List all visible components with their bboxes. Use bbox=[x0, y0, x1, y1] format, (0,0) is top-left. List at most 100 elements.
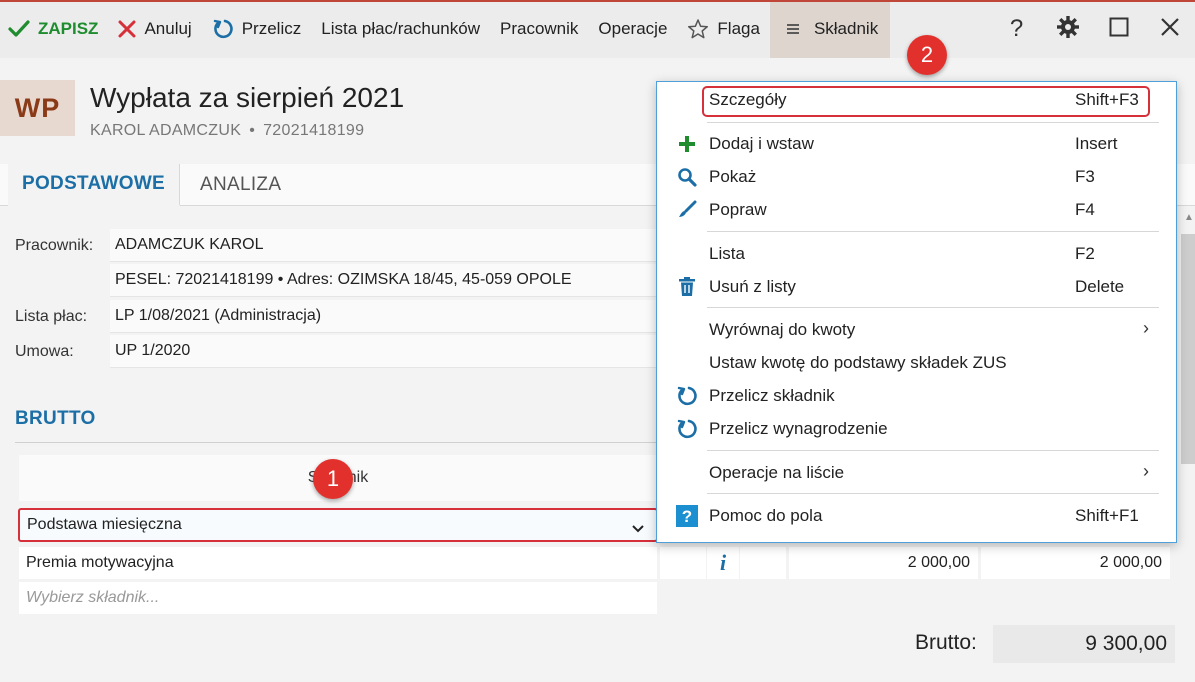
menu-item-label: Szczegóły bbox=[709, 90, 787, 109]
menu-item-label: Przelicz wynagrodzenie bbox=[709, 419, 888, 438]
menu-item-list[interactable]: Lista F2 bbox=[657, 238, 1176, 271]
page-subtitle: KAROL ADAMCZUK • 72021418199 bbox=[90, 122, 364, 140]
maximize-icon bbox=[1109, 17, 1129, 42]
chevron-down-icon[interactable] bbox=[632, 520, 644, 538]
callout-badge-2: 2 bbox=[907, 35, 947, 75]
employee-pesel: 72021418199 bbox=[263, 122, 365, 139]
table-row[interactable]: Premia motywacyjna bbox=[19, 547, 657, 579]
subtitle-separator: • bbox=[249, 122, 256, 139]
menu-item-label: Pokaż bbox=[709, 167, 757, 186]
employee-field-label: Pracownik: bbox=[15, 237, 94, 254]
svg-text:?: ? bbox=[682, 507, 692, 526]
menu-item-shortcut: Insert bbox=[1075, 134, 1118, 153]
chevron-right-icon: › bbox=[1143, 318, 1149, 338]
cancel-label: Anuluj bbox=[144, 19, 192, 38]
menu-item-label: Popraw bbox=[709, 200, 767, 219]
menu-item-details[interactable]: Szczegóły Shift+F3 bbox=[657, 84, 1176, 117]
plus-icon bbox=[675, 132, 699, 156]
help-button[interactable]: ? bbox=[991, 0, 1042, 58]
component-label: Składnik bbox=[813, 19, 879, 38]
gross-section-title: BRUTTO bbox=[15, 408, 96, 429]
gross-total-value: 9 300,00 bbox=[993, 625, 1175, 663]
question-mark-icon: ? bbox=[1009, 15, 1024, 42]
star-icon bbox=[687, 18, 709, 40]
scrollbar-thumb[interactable] bbox=[1181, 234, 1195, 464]
toolbar: ZAPISZ Anuluj Przelicz Lista płac/rachun… bbox=[0, 0, 1195, 58]
employee-name: KAROL ADAMCZUK bbox=[90, 122, 242, 139]
menu-separator bbox=[707, 493, 1159, 494]
menu-item-label: Lista bbox=[709, 244, 745, 263]
menu-item-shortcut: Delete bbox=[1075, 277, 1125, 296]
recalculate-button[interactable]: Przelicz bbox=[202, 0, 312, 58]
recalculate-label: Przelicz bbox=[241, 19, 302, 38]
menu-item-label: Ustaw kwotę do podstawy składek ZUS bbox=[709, 353, 1007, 372]
refresh-icon bbox=[212, 18, 234, 40]
employee-field[interactable]: ADAMCZUK KAROL bbox=[110, 229, 670, 262]
trash-icon bbox=[675, 275, 699, 299]
add-component-input[interactable]: Wybierz składnik... bbox=[19, 582, 657, 614]
document-type-badge: WP bbox=[0, 80, 75, 136]
menu-item-shortcut: Shift+F1 bbox=[1075, 506, 1139, 525]
menu-item-show[interactable]: Pokaż F3 bbox=[657, 161, 1176, 194]
operations-button[interactable]: Operacje bbox=[588, 0, 677, 58]
close-window-button[interactable] bbox=[1144, 0, 1195, 58]
menu-item-align-to-amount[interactable]: Wyrównaj do kwoty › bbox=[657, 314, 1176, 347]
menu-item-shortcut: F2 bbox=[1075, 244, 1095, 263]
table-row-selected[interactable]: Podstawa miesięczna bbox=[18, 508, 658, 542]
menu-item-label: Usuń z listy bbox=[709, 277, 796, 296]
tab-basic[interactable]: PODSTAWOWE bbox=[8, 164, 181, 206]
close-x-icon bbox=[118, 20, 136, 38]
menu-item-shortcut: F4 bbox=[1075, 200, 1095, 219]
tab-analysis[interactable]: ANALIZA bbox=[186, 164, 295, 206]
flag-label: Flaga bbox=[717, 19, 760, 38]
info-icon[interactable]: i bbox=[707, 547, 739, 579]
contract-field-label: Umowa: bbox=[15, 343, 74, 360]
employee-label: Pracownik bbox=[500, 19, 579, 38]
help-icon: ? bbox=[675, 504, 699, 528]
table-cell bbox=[660, 547, 706, 579]
table-cell bbox=[740, 547, 786, 579]
payroll-field[interactable]: LP 1/08/2021 (Administracja) bbox=[110, 300, 670, 333]
menu-item-set-zus-base[interactable]: Ustaw kwotę do podstawy składek ZUS bbox=[657, 347, 1176, 380]
menu-separator bbox=[707, 450, 1159, 451]
menu-item-recalc-salary[interactable]: Przelicz wynagrodzenie bbox=[657, 413, 1176, 446]
magnifier-icon bbox=[675, 165, 699, 189]
amount-cell: 2 000,00 bbox=[981, 547, 1170, 579]
menu-separator bbox=[707, 231, 1159, 232]
menu-separator bbox=[707, 307, 1159, 308]
menu-item-shortcut: F3 bbox=[1075, 167, 1095, 186]
menu-item-label: Pomoc do pola bbox=[709, 506, 823, 525]
amount-cell: 2 000,00 bbox=[789, 547, 978, 579]
menu-item-add-insert[interactable]: Dodaj i wstaw Insert bbox=[657, 128, 1176, 161]
component-name: Podstawa miesięczna bbox=[27, 516, 182, 533]
menu-item-label: Wyrównaj do kwoty bbox=[709, 320, 856, 339]
menu-item-label: Dodaj i wstaw bbox=[709, 134, 814, 153]
menu-item-field-help[interactable]: ? Pomoc do pola Shift+F1 bbox=[657, 500, 1176, 533]
flag-button[interactable]: Flaga bbox=[677, 0, 770, 58]
component-name: Premia motywacyjna bbox=[26, 554, 174, 571]
employee-details: PESEL: 72021418199 • Adres: OZIMSKA 18/4… bbox=[110, 264, 670, 297]
menu-separator bbox=[707, 122, 1159, 123]
menu-item-edit[interactable]: Popraw F4 bbox=[657, 194, 1176, 227]
brush-icon bbox=[675, 198, 699, 222]
refresh-icon bbox=[675, 384, 699, 408]
menu-item-remove-from-list[interactable]: Usuń z listy Delete bbox=[657, 271, 1176, 304]
cancel-button[interactable]: Anuluj bbox=[108, 0, 201, 58]
payroll-list-button[interactable]: Lista płac/rachunków bbox=[311, 0, 490, 58]
checkmark-icon bbox=[8, 20, 30, 38]
scroll-up-arrow-icon[interactable]: ▲ bbox=[1184, 212, 1194, 223]
chevron-right-icon: › bbox=[1143, 461, 1149, 481]
operations-label: Operacje bbox=[598, 19, 668, 38]
menu-item-list-operations[interactable]: Operacje na liście › bbox=[657, 457, 1176, 490]
employee-button[interactable]: Pracownik bbox=[490, 0, 588, 58]
menu-item-recalc-component[interactable]: Przelicz składnik bbox=[657, 380, 1176, 413]
contract-field[interactable]: UP 1/2020 bbox=[110, 335, 670, 368]
section-divider bbox=[15, 442, 675, 443]
page-title: Wypłata za sierpień 2021 bbox=[90, 82, 405, 113]
save-button[interactable]: ZAPISZ bbox=[0, 0, 108, 58]
maximize-button[interactable] bbox=[1093, 0, 1144, 58]
refresh-icon bbox=[675, 417, 699, 441]
settings-button[interactable] bbox=[1042, 0, 1093, 58]
component-menu-button[interactable]: Składnik bbox=[769, 0, 891, 58]
menu-item-label: Przelicz składnik bbox=[709, 386, 835, 405]
